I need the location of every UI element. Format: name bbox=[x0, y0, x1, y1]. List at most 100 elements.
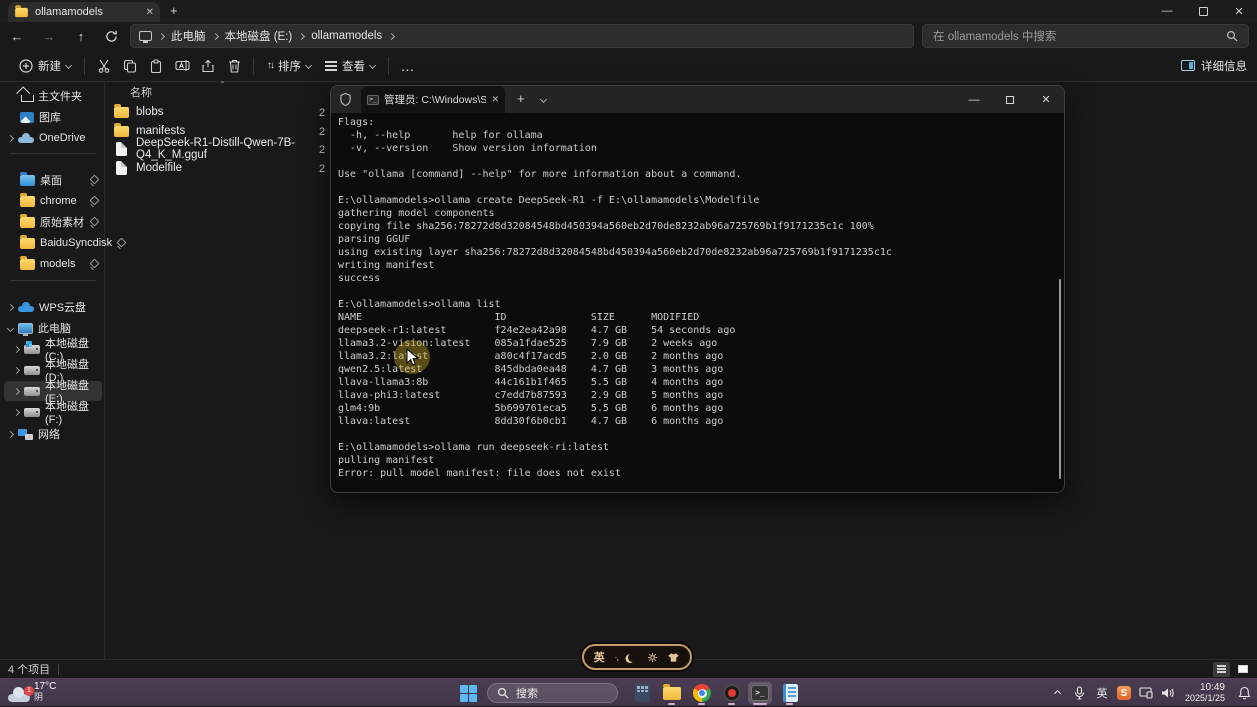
name-column-header[interactable]: 名称 bbox=[130, 84, 152, 100]
breadcrumb-this-pc[interactable]: 此电脑 bbox=[171, 28, 206, 44]
sidebar-item-raw-footage[interactable]: 原始素材 bbox=[4, 212, 102, 232]
expander-icon[interactable] bbox=[7, 324, 14, 331]
microphone-icon[interactable] bbox=[1069, 679, 1091, 707]
paste-button[interactable] bbox=[143, 53, 169, 79]
sidebar-item-drive-f[interactable]: 本地磁盘 (F:) bbox=[4, 402, 102, 422]
details-view-toggle[interactable] bbox=[1213, 662, 1230, 677]
running-indicator bbox=[728, 703, 735, 706]
expander-icon[interactable] bbox=[7, 303, 14, 310]
file-row-blobs[interactable]: blobs bbox=[108, 103, 322, 121]
delete-button[interactable] bbox=[221, 53, 247, 79]
tab-close-icon[interactable]: ✕ bbox=[146, 7, 154, 18]
file-name: manifests bbox=[136, 125, 185, 137]
ime-punctuation-icon[interactable]: ·, bbox=[615, 652, 619, 662]
taskbar-calculator[interactable] bbox=[630, 682, 654, 704]
sidebar-item-wps-cloud[interactable]: WPS云盘 bbox=[4, 297, 102, 317]
tray-overflow-chevron[interactable] bbox=[1047, 679, 1069, 707]
clock[interactable]: 10:49 2025/1/25 bbox=[1179, 682, 1231, 704]
taskbar-recorder[interactable] bbox=[720, 682, 744, 704]
folder-icon bbox=[114, 126, 129, 137]
terminal-content[interactable]: Flags: -h, --help help for ollama -v, --… bbox=[338, 116, 1054, 488]
sogou-pinyin-icon[interactable]: S bbox=[1113, 679, 1135, 707]
skin-shirt-icon[interactable] bbox=[667, 652, 680, 663]
file-row-gguf[interactable]: DeepSeek-R1-Distill-Qwen-7B-Q4_K_M.gguf bbox=[108, 140, 322, 158]
start-button[interactable] bbox=[456, 682, 480, 704]
speaker-icon[interactable] bbox=[1157, 679, 1179, 707]
terminal-window[interactable]: >_ 管理员: C:\Windows\System32 ✕ + — ✕ Flag… bbox=[330, 85, 1065, 493]
sidebar-item-models[interactable]: models bbox=[4, 254, 102, 274]
back-button[interactable]: ← bbox=[4, 24, 30, 48]
chevron-down-icon bbox=[65, 62, 72, 69]
sidebar-item-chrome[interactable]: chrome bbox=[4, 191, 102, 211]
up-button[interactable]: ↑ bbox=[68, 24, 94, 48]
close-button[interactable]: ✕ bbox=[1221, 0, 1257, 22]
explorer-tab[interactable]: ollamamodels ✕ bbox=[8, 2, 160, 22]
share-button[interactable] bbox=[195, 53, 221, 79]
pin-icon bbox=[117, 239, 125, 247]
copy-button[interactable] bbox=[117, 53, 143, 79]
tray-ime-indicator[interactable]: 英 bbox=[1091, 679, 1113, 707]
terminal-title-bar[interactable]: >_ 管理员: C:\Windows\System32 ✕ + — ✕ bbox=[331, 86, 1064, 113]
expander-icon[interactable] bbox=[13, 387, 20, 394]
moon-icon[interactable] bbox=[628, 653, 637, 662]
terminal-minimize-button[interactable]: — bbox=[956, 86, 992, 113]
search-input[interactable]: 在 ollamamodels 中搜索 bbox=[922, 24, 1249, 48]
expander-icon[interactable] bbox=[13, 408, 20, 415]
expander-icon[interactable] bbox=[7, 430, 14, 437]
sidebar-item-baidusyncdisk[interactable]: BaiduSyncdisk bbox=[4, 233, 102, 253]
address-box[interactable]: 此电脑 本地磁盘 (E:) ollamamodels bbox=[130, 24, 914, 48]
address-bar: ← → ↑ 此电脑 本地磁盘 (E:) ollamamodels 在 ollam… bbox=[0, 22, 1257, 50]
restore-button[interactable] bbox=[1185, 0, 1221, 22]
gallery-icon bbox=[20, 112, 34, 123]
cut-button[interactable] bbox=[91, 53, 117, 79]
expander-icon[interactable] bbox=[13, 366, 20, 373]
new-tab-button[interactable]: + bbox=[170, 3, 178, 18]
terminal-tab[interactable]: >_ 管理员: C:\Windows\System32 ✕ bbox=[361, 86, 505, 113]
terminal-close-button[interactable]: ✕ bbox=[1028, 86, 1064, 113]
sidebar-item-gallery[interactable]: 图库 bbox=[4, 107, 102, 127]
sidebar-item-home[interactable]: 主文件夹 bbox=[4, 86, 102, 106]
sidebar-item-label: OneDrive bbox=[39, 132, 85, 144]
terminal-tab-close-icon[interactable]: ✕ bbox=[491, 94, 499, 105]
breadcrumb-drive-e[interactable]: 本地磁盘 (E:) bbox=[225, 28, 293, 44]
sidebar-item-label: 原始素材 bbox=[40, 214, 84, 230]
more-options-button[interactable]: … bbox=[395, 53, 421, 79]
terminal-new-tab-button[interactable]: + bbox=[517, 91, 525, 106]
sidebar-item-onedrive[interactable]: OneDrive bbox=[4, 128, 102, 148]
forward-button[interactable]: → bbox=[36, 24, 62, 48]
expander-icon[interactable] bbox=[7, 134, 14, 141]
details-pane-button[interactable]: 详细信息 bbox=[1181, 58, 1247, 74]
taskbar-file-explorer[interactable] bbox=[660, 682, 684, 704]
terminal-maximize-button[interactable] bbox=[992, 86, 1028, 113]
terminal-menu-chevron-icon[interactable] bbox=[540, 96, 547, 103]
sidebar-item-desktop[interactable]: 桌面 bbox=[4, 170, 102, 190]
toolbar-separator bbox=[388, 57, 389, 75]
gear-icon[interactable] bbox=[647, 652, 658, 663]
expander-icon[interactable] bbox=[13, 345, 20, 352]
weather-widget[interactable]: 1 17°C 阴 bbox=[8, 681, 56, 703]
running-indicator bbox=[786, 703, 793, 706]
sort-button[interactable]: ↑↓ 排序 bbox=[260, 53, 318, 79]
taskbar-notepad[interactable] bbox=[778, 682, 802, 704]
terminal-scrollbar-thumb[interactable] bbox=[1059, 279, 1061, 479]
view-button[interactable]: 查看 bbox=[318, 53, 382, 79]
sidebar-item-label: models bbox=[40, 258, 75, 270]
refresh-button[interactable] bbox=[98, 24, 124, 48]
taskbar-chrome[interactable] bbox=[690, 682, 714, 704]
breadcrumb-ollamamodels[interactable]: ollamamodels bbox=[311, 30, 382, 42]
taskbar-search[interactable]: 搜索 bbox=[487, 683, 618, 703]
terminal-output: Flags: -h, --help help for ollama -v, --… bbox=[338, 116, 1054, 488]
new-button[interactable]: 新建 bbox=[12, 53, 78, 79]
sort-arrows-icon: ↑↓ bbox=[267, 60, 273, 71]
ime-toolbar[interactable]: 英 ·, bbox=[582, 644, 692, 670]
large-icons-view-toggle[interactable] bbox=[1234, 662, 1251, 677]
taskbar-terminal[interactable]: >_ bbox=[748, 682, 772, 704]
cast-display-icon[interactable] bbox=[1135, 679, 1157, 707]
rename-button[interactable] bbox=[169, 53, 195, 79]
file-row-modelfile[interactable]: Modelfile bbox=[108, 159, 322, 177]
notification-bell-icon[interactable] bbox=[1231, 679, 1257, 707]
sidebar-item-network[interactable]: 网络 bbox=[4, 424, 102, 444]
minimize-button[interactable]: — bbox=[1149, 0, 1185, 22]
chevron-right-icon bbox=[388, 32, 395, 39]
ime-language-mode[interactable]: 英 bbox=[594, 649, 605, 665]
